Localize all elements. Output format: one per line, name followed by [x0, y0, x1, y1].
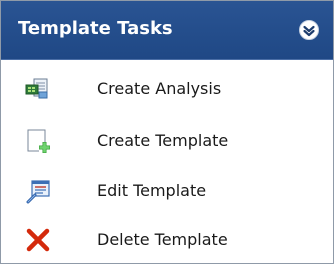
create-analysis-label: Create Analysis [97, 79, 222, 98]
delete-template-label: Delete Template [97, 230, 228, 249]
panel-header: Template Tasks [1, 1, 333, 60]
double-chevron-up-icon[interactable] [298, 19, 320, 41]
template-tasks-panel: Template Tasks Create Analysis Create Te… [0, 0, 334, 264]
edit-template-link[interactable]: Edit Template [1, 174, 333, 210]
create-template-icon [25, 128, 51, 154]
delete-x-icon [25, 227, 51, 253]
create-analysis-link[interactable]: Create Analysis [1, 72, 333, 108]
create-analysis-icon [25, 76, 51, 102]
create-template-label: Create Template [97, 131, 229, 150]
create-template-link[interactable]: Create Template [1, 124, 333, 160]
edit-template-icon [25, 178, 51, 204]
panel-title: Template Tasks [18, 18, 173, 39]
delete-template-link[interactable]: Delete Template [1, 223, 333, 259]
edit-template-label: Edit Template [97, 181, 207, 200]
